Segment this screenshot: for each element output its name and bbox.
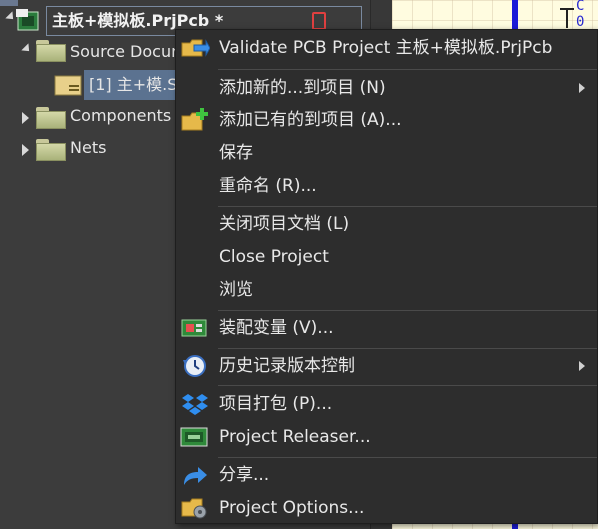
- menu-item-package-project[interactable]: 项目打包 (P)...: [176, 389, 597, 419]
- menu-item-project-releaser[interactable]: Project Releaser...: [176, 422, 597, 452]
- menu-separator: [218, 310, 597, 311]
- menu-separator: [218, 69, 597, 70]
- tree-item-nets[interactable]: Nets: [70, 134, 106, 162]
- folder-icon: [36, 40, 66, 62]
- menu-separator: [218, 206, 597, 207]
- expand-nets-arrow[interactable]: [22, 144, 29, 156]
- add-existing-icon: [180, 108, 210, 132]
- panel-corner-icon: [0, 0, 18, 6]
- history-icon: [180, 354, 210, 378]
- expand-project-arrow[interactable]: [5, 11, 17, 23]
- folder-icon: [36, 139, 66, 161]
- menu-separator: [218, 457, 597, 458]
- schematic-pin-stem: [566, 8, 568, 28]
- tree-item-schematic[interactable]: [1] 主+模.Sc: [89, 71, 186, 99]
- share-icon: [180, 463, 210, 487]
- menu-item-save[interactable]: 保存: [176, 138, 597, 168]
- options-icon: [180, 496, 210, 520]
- submenu-arrow-icon: [579, 83, 585, 93]
- menu-separator: [218, 348, 597, 349]
- menu-separator: [218, 385, 597, 386]
- folder-icon: [36, 107, 66, 129]
- schematic-doc-icon: [54, 74, 82, 96]
- project-name-label: 主板+模拟板.PrjPcb *: [52, 11, 224, 30]
- document-modified-icon: [312, 12, 326, 30]
- pcb-project-icon: [16, 8, 42, 34]
- tree-item-source-documents[interactable]: Source Docun: [70, 38, 181, 66]
- releaser-icon: [180, 425, 210, 449]
- menu-item-project-options[interactable]: Project Options...: [176, 493, 597, 523]
- board-icon: [180, 316, 210, 340]
- menu-item-close-project[interactable]: Close Project: [176, 242, 597, 272]
- menu-item-validate[interactable]: Validate PCB Project 主板+模拟板.PrjPcb: [176, 33, 597, 63]
- project-context-menu: Validate PCB Project 主板+模拟板.PrjPcb 添加新的.…: [175, 29, 598, 524]
- expand-components-arrow[interactable]: [22, 112, 29, 124]
- menu-item-explore[interactable]: 浏览: [176, 275, 597, 305]
- validate-icon: [180, 36, 211, 60]
- submenu-arrow-icon: [579, 361, 585, 371]
- menu-item-variants[interactable]: 装配变量 (V)...: [176, 313, 597, 343]
- menu-item-add-new[interactable]: 添加新的...到项目 (N): [176, 73, 597, 103]
- dropbox-icon: [180, 392, 210, 416]
- menu-item-history[interactable]: 历史记录版本控制: [176, 351, 597, 381]
- tree-item-components[interactable]: Components: [70, 102, 171, 130]
- schematic-label: C 0: [576, 0, 585, 30]
- menu-item-rename[interactable]: 重命名 (R)...: [176, 171, 597, 201]
- menu-item-add-existing[interactable]: 添加已有的到项目 (A)...: [176, 105, 597, 135]
- menu-item-share[interactable]: 分享...: [176, 460, 597, 490]
- expand-source-arrow[interactable]: [21, 43, 33, 55]
- menu-item-close-documents[interactable]: 关闭项目文档 (L): [176, 209, 597, 239]
